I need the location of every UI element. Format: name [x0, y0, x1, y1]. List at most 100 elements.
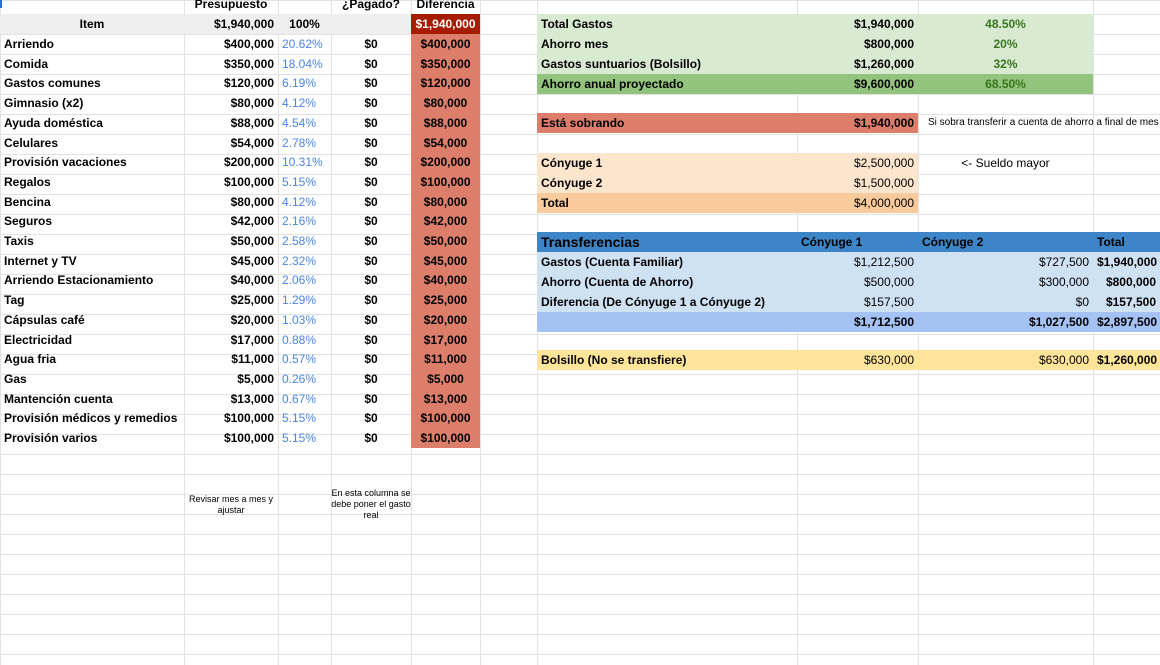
item-name-cell[interactable]: Provisión varios	[0, 428, 184, 448]
bolsillo-total[interactable]: $1,260,000	[1093, 350, 1160, 370]
pagado-input-cell[interactable]: $0	[331, 251, 411, 271]
pagado-input-cell[interactable]: $0	[331, 369, 411, 389]
pagado-input-cell[interactable]: $0	[331, 113, 411, 133]
summary-value[interactable]: $9,600,000	[797, 74, 918, 94]
presupuesto-note[interactable]: Revisar mes a mes y ajustar	[184, 494, 278, 516]
pagado-input-cell[interactable]: $0	[331, 54, 411, 74]
presupuesto-cell[interactable]: $120,000	[184, 73, 278, 93]
transfers-header-c2[interactable]: Cónyuge 2	[918, 232, 1093, 252]
summary-value[interactable]: $1,940,000	[797, 14, 918, 34]
pagado-input-cell[interactable]: $0	[331, 93, 411, 113]
pct-cell[interactable]: 2.32%	[278, 251, 331, 271]
diferencia-cell[interactable]: $80,000	[411, 192, 480, 212]
diferencia-cell[interactable]: $200,000	[411, 152, 480, 172]
pct-cell[interactable]: 1.03%	[278, 310, 331, 330]
transfer-totals-c1[interactable]: $1,712,500	[797, 312, 918, 332]
pagado-input-cell[interactable]: $0	[331, 73, 411, 93]
pct-total-cell[interactable]: 100%	[278, 14, 331, 34]
pct-cell[interactable]: 6.19%	[278, 73, 331, 93]
summary-value[interactable]: $800,000	[797, 34, 918, 54]
summary-label[interactable]: Ahorro mes	[537, 34, 797, 54]
pct-cell[interactable]: 0.57%	[278, 349, 331, 369]
item-name-cell[interactable]: Provisión médicos y remedios	[0, 408, 184, 428]
item-name-cell[interactable]: Electricidad	[0, 330, 184, 350]
summary-label[interactable]: Total Gastos	[537, 14, 797, 34]
pct-cell[interactable]: 5.15%	[278, 428, 331, 448]
pct-cell[interactable]: 4.12%	[278, 192, 331, 212]
presupuesto-cell[interactable]: $88,000	[184, 113, 278, 133]
pagado-input-cell[interactable]: $0	[331, 231, 411, 251]
item-name-cell[interactable]: Regalos	[0, 172, 184, 192]
income-value[interactable]: $2,500,000	[797, 153, 918, 173]
sobrando-value[interactable]: $1,940,000	[797, 113, 918, 133]
sobrando-note[interactable]: Si sobra transferir a cuenta de ahorro a…	[918, 113, 1160, 133]
diferencia-cell[interactable]: $350,000	[411, 54, 480, 74]
item-name-cell[interactable]: Agua fria	[0, 349, 184, 369]
presupuesto-cell[interactable]: $200,000	[184, 152, 278, 172]
bolsillo-label[interactable]: Bolsillo (No se transfiere)	[537, 350, 797, 370]
diferencia-cell[interactable]: $54,000	[411, 133, 480, 153]
item-name-cell[interactable]: Celulares	[0, 133, 184, 153]
pagado-input-cell[interactable]: $0	[331, 152, 411, 172]
pagado-input-cell[interactable]: $0	[331, 389, 411, 409]
bolsillo-c2[interactable]: $630,000	[918, 350, 1093, 370]
transfer-label[interactable]: Gastos (Cuenta Familiar)	[537, 252, 797, 272]
item-name-cell[interactable]: Tag	[0, 290, 184, 310]
diferencia-cell[interactable]: $25,000	[411, 290, 480, 310]
pct-cell[interactable]: 10.31%	[278, 152, 331, 172]
item-name-cell[interactable]: Arriendo Estacionamiento	[0, 270, 184, 290]
transfer-total[interactable]: $157,500	[1093, 292, 1160, 312]
summary-pct[interactable]: 48.50%	[918, 14, 1093, 34]
item-name-cell[interactable]: Cápsulas café	[0, 310, 184, 330]
presupuesto-cell[interactable]: $45,000	[184, 251, 278, 271]
diferencia-cell[interactable]: $42,000	[411, 211, 480, 231]
presupuesto-cell[interactable]: $80,000	[184, 192, 278, 212]
diferencia-cell[interactable]: $45,000	[411, 251, 480, 271]
diferencia-cell[interactable]: $88,000	[411, 113, 480, 133]
pagado-note[interactable]: En esta columna se debe poner el gasto r…	[331, 488, 411, 521]
presupuesto-total-cell[interactable]: $1,940,000	[184, 14, 278, 34]
transfer-totals-c2[interactable]: $1,027,500	[918, 312, 1093, 332]
item-header-cell[interactable]: Item	[0, 14, 184, 34]
diferencia-cell[interactable]: $100,000	[411, 408, 480, 428]
pct-cell[interactable]: 0.88%	[278, 330, 331, 350]
pct-cell[interactable]: 0.67%	[278, 389, 331, 409]
diferencia-cell[interactable]: $80,000	[411, 93, 480, 113]
pct-cell[interactable]: 2.06%	[278, 270, 331, 290]
transfers-title[interactable]: Transferencias	[537, 232, 797, 252]
pagado-input-cell[interactable]: $0	[331, 428, 411, 448]
presupuesto-cell[interactable]: $400,000	[184, 34, 278, 54]
transfer-label[interactable]: Ahorro (Cuenta de Ahorro)	[537, 272, 797, 292]
transfer-c1[interactable]: $500,000	[797, 272, 918, 292]
presupuesto-cell[interactable]: $42,000	[184, 211, 278, 231]
diferencia-cell[interactable]: $40,000	[411, 270, 480, 290]
pct-cell[interactable]: 4.12%	[278, 93, 331, 113]
income-label[interactable]: Cónyuge 1	[537, 153, 797, 173]
pagado-input-cell[interactable]: $0	[331, 172, 411, 192]
summary-value[interactable]: $1,260,000	[797, 54, 918, 74]
item-name-cell[interactable]: Seguros	[0, 211, 184, 231]
pct-cell[interactable]: 20.62%	[278, 34, 331, 54]
pagado-total-cell[interactable]	[331, 14, 411, 34]
diferencia-cell[interactable]: $5,000	[411, 369, 480, 389]
transfer-c2[interactable]: $0	[918, 292, 1093, 312]
diferencia-cell[interactable]: $20,000	[411, 310, 480, 330]
presupuesto-cell[interactable]: $11,000	[184, 349, 278, 369]
pct-cell[interactable]: 5.15%	[278, 172, 331, 192]
pct-cell[interactable]: 18.04%	[278, 54, 331, 74]
pagado-input-cell[interactable]: $0	[331, 270, 411, 290]
income-label[interactable]: Total	[537, 193, 797, 213]
column-header-diferencia[interactable]: Diferencia	[411, 0, 480, 12]
pagado-input-cell[interactable]: $0	[331, 349, 411, 369]
summary-pct[interactable]: 32%	[918, 54, 1093, 74]
presupuesto-cell[interactable]: $100,000	[184, 428, 278, 448]
item-name-cell[interactable]: Gastos comunes	[0, 73, 184, 93]
diferencia-cell[interactable]: $120,000	[411, 73, 480, 93]
pct-cell[interactable]: 2.58%	[278, 231, 331, 251]
pagado-input-cell[interactable]: $0	[331, 310, 411, 330]
income-label[interactable]: Cónyuge 2	[537, 173, 797, 193]
presupuesto-cell[interactable]: $50,000	[184, 231, 278, 251]
presupuesto-cell[interactable]: $40,000	[184, 270, 278, 290]
item-name-cell[interactable]: Internet y TV	[0, 251, 184, 271]
pct-cell[interactable]: 2.16%	[278, 211, 331, 231]
